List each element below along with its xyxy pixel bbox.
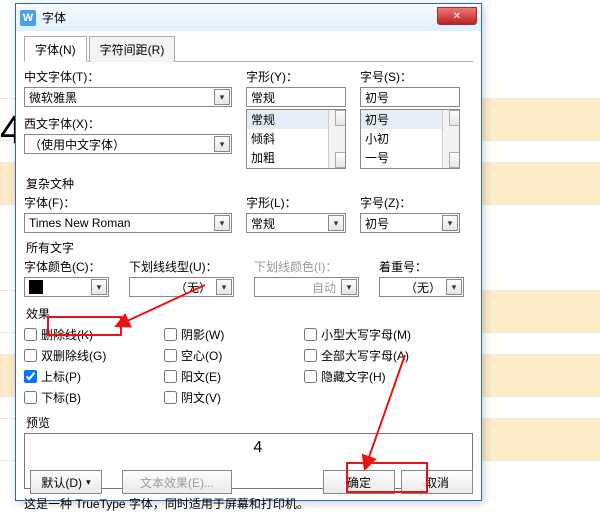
effects-legend: 效果 — [24, 305, 473, 322]
default-button[interactable]: 默认(D)▾ — [30, 470, 102, 494]
scroll-down-icon[interactable]: ▾ — [335, 152, 346, 168]
emphasis-combo[interactable]: （无） ▾ — [379, 277, 464, 297]
font-dialog: W 字体 ✕ 字体(N) 字符间距(R) 中文字体(T)： 微软雅黑 ▾ 西文字… — [15, 3, 482, 501]
complex-size-combo[interactable]: 初号 ▾ — [360, 213, 460, 233]
size-value: 初号 — [365, 89, 389, 106]
alltext-legend: 所有文字 — [24, 239, 473, 256]
chk-strike[interactable]: 删除线(K) — [24, 326, 164, 343]
chevron-down-icon[interactable]: ▾ — [214, 215, 230, 231]
scroll-up-icon[interactable]: ▴ — [335, 110, 346, 126]
chk-shadow[interactable]: 阴影(W) — [164, 326, 304, 343]
underline-color-label: 下划线颜色(I)： — [254, 258, 369, 275]
tab-font[interactable]: 字体(N) — [24, 36, 87, 62]
color-swatch — [29, 280, 43, 294]
complex-font-combo[interactable]: Times New Roman ▾ — [24, 213, 232, 233]
chevron-down-icon: ▾ — [86, 477, 91, 488]
underline-style-label: 下划线线型(U)： — [129, 258, 244, 275]
chk-engrave[interactable]: 阴文(V) — [164, 389, 304, 406]
size-label: 字号(S)： — [360, 68, 460, 85]
scroll-up-icon[interactable]: ▴ — [449, 110, 460, 126]
chk-allcaps[interactable]: 全部大写字母(A) — [304, 347, 464, 364]
complex-style-value: 常规 — [251, 215, 275, 232]
chk-emboss[interactable]: 阳文(E) — [164, 368, 304, 385]
style-listbox[interactable]: 常规 倾斜 加粗 ▴ ▾ — [246, 109, 346, 169]
chevron-down-icon[interactable]: ▾ — [442, 215, 458, 231]
complex-style-label: 字形(L)： — [246, 194, 346, 211]
scrollbar[interactable]: ▴ ▾ — [328, 110, 345, 168]
style-input[interactable]: 常规 — [246, 87, 346, 107]
scrollbar[interactable]: ▴ ▾ — [442, 110, 459, 168]
cancel-button[interactable]: 取消 — [401, 470, 473, 494]
chk-superscript[interactable]: 上标(P) — [24, 368, 164, 385]
font-color-combo[interactable]: ▾ — [24, 277, 109, 297]
scroll-down-icon[interactable]: ▾ — [449, 152, 460, 168]
titlebar: W 字体 ✕ — [16, 3, 481, 31]
chevron-down-icon[interactable]: ▾ — [91, 279, 107, 295]
font-color-label: 字体颜色(C)： — [24, 258, 119, 275]
preview-label: 预览 — [24, 414, 473, 431]
tab-spacing[interactable]: 字符间距(R) — [89, 36, 176, 62]
chk-dblstrike[interactable]: 双删除线(G) — [24, 347, 164, 364]
chevron-down-icon[interactable]: ▾ — [214, 136, 230, 152]
style-value: 常规 — [251, 89, 275, 106]
chk-smallcaps[interactable]: 小型大写字母(M) — [304, 326, 464, 343]
emphasis-label: 着重号： — [379, 258, 469, 275]
cn-font-combo[interactable]: 微软雅黑 ▾ — [24, 87, 232, 107]
complex-font-label: 字体(F)： — [24, 194, 232, 211]
western-font-label: 西文字体(X)： — [24, 115, 232, 132]
font-note: 这是一种 TrueType 字体，同时适用于屏幕和打印机。 — [24, 495, 473, 512]
complex-size-label: 字号(Z)： — [360, 194, 460, 211]
chk-hidden[interactable]: 隐藏文字(H) — [304, 368, 464, 385]
chevron-down-icon[interactable]: ▾ — [214, 89, 230, 105]
chevron-down-icon: ▾ — [341, 279, 357, 295]
complex-legend: 复杂文种 — [24, 175, 473, 192]
chk-hollow[interactable]: 空心(O) — [164, 347, 304, 364]
ok-button[interactable]: 确定 — [323, 470, 395, 494]
dialog-title: 字体 — [42, 9, 66, 26]
cn-font-value: 微软雅黑 — [29, 89, 77, 106]
preview-sample: 4 — [253, 439, 262, 457]
chevron-down-icon[interactable]: ▾ — [216, 279, 232, 295]
western-font-value: （使用中文字体） — [29, 136, 125, 153]
complex-size-value: 初号 — [365, 215, 389, 232]
chevron-down-icon[interactable]: ▾ — [446, 279, 462, 295]
western-font-combo[interactable]: （使用中文字体） ▾ — [24, 134, 232, 154]
complex-font-value: Times New Roman — [29, 216, 131, 230]
size-input[interactable]: 初号 — [360, 87, 460, 107]
close-button[interactable]: ✕ — [437, 7, 477, 25]
size-listbox[interactable]: 初号 小初 一号 ▴ ▾ — [360, 109, 460, 169]
cn-font-label: 中文字体(T)： — [24, 68, 232, 85]
tabs: 字体(N) 字符间距(R) — [24, 35, 473, 62]
text-effects-button: 文本效果(E)... — [122, 470, 232, 494]
chk-subscript[interactable]: 下标(B) — [24, 389, 164, 406]
chevron-down-icon[interactable]: ▾ — [328, 215, 344, 231]
style-label: 字形(Y)： — [246, 68, 346, 85]
complex-style-combo[interactable]: 常规 ▾ — [246, 213, 346, 233]
underline-color-combo: 自动 ▾ — [254, 277, 359, 297]
underline-style-combo[interactable]: （无） ▾ — [129, 277, 234, 297]
app-icon: W — [20, 10, 36, 26]
